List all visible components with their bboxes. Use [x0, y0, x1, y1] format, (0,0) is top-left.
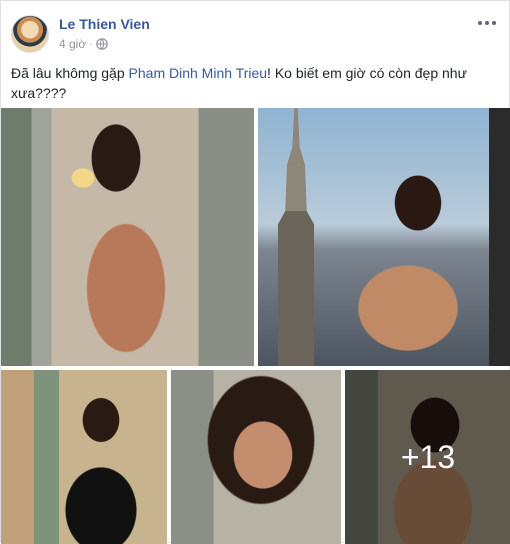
- post-time[interactable]: 4 giờ: [59, 37, 86, 51]
- post-text: Đã lâu khômg gặp Pham Dinh Minh Trieu! K…: [11, 63, 499, 103]
- more-photos-count[interactable]: +13: [345, 370, 510, 544]
- globe-icon[interactable]: [95, 38, 108, 50]
- meta-separator: ·: [89, 38, 93, 50]
- empire-state-building: [278, 108, 314, 366]
- photo-2[interactable]: [258, 108, 510, 366]
- more-horizontal-icon[interactable]: [477, 17, 497, 29]
- mention-link[interactable]: Pham Dinh Minh Trieu: [129, 65, 268, 81]
- photo-4[interactable]: [171, 370, 341, 544]
- facebook-post: Le Thien Vien 4 giờ · Đã lâu khômg gặp P…: [0, 0, 510, 544]
- window-frame: [489, 108, 510, 366]
- author-name[interactable]: Le Thien Vien: [59, 16, 150, 32]
- photo-3[interactable]: [1, 370, 167, 544]
- photo-grid: +13: [1, 108, 510, 544]
- post-header: Le Thien Vien 4 giờ ·: [11, 13, 499, 53]
- post-meta: 4 giờ ·: [59, 37, 108, 51]
- post-text-before: Đã lâu khômg gặp: [11, 65, 129, 81]
- photo-5-more[interactable]: +13: [345, 370, 510, 544]
- author-avatar[interactable]: [11, 15, 49, 53]
- photo-1[interactable]: [1, 108, 254, 366]
